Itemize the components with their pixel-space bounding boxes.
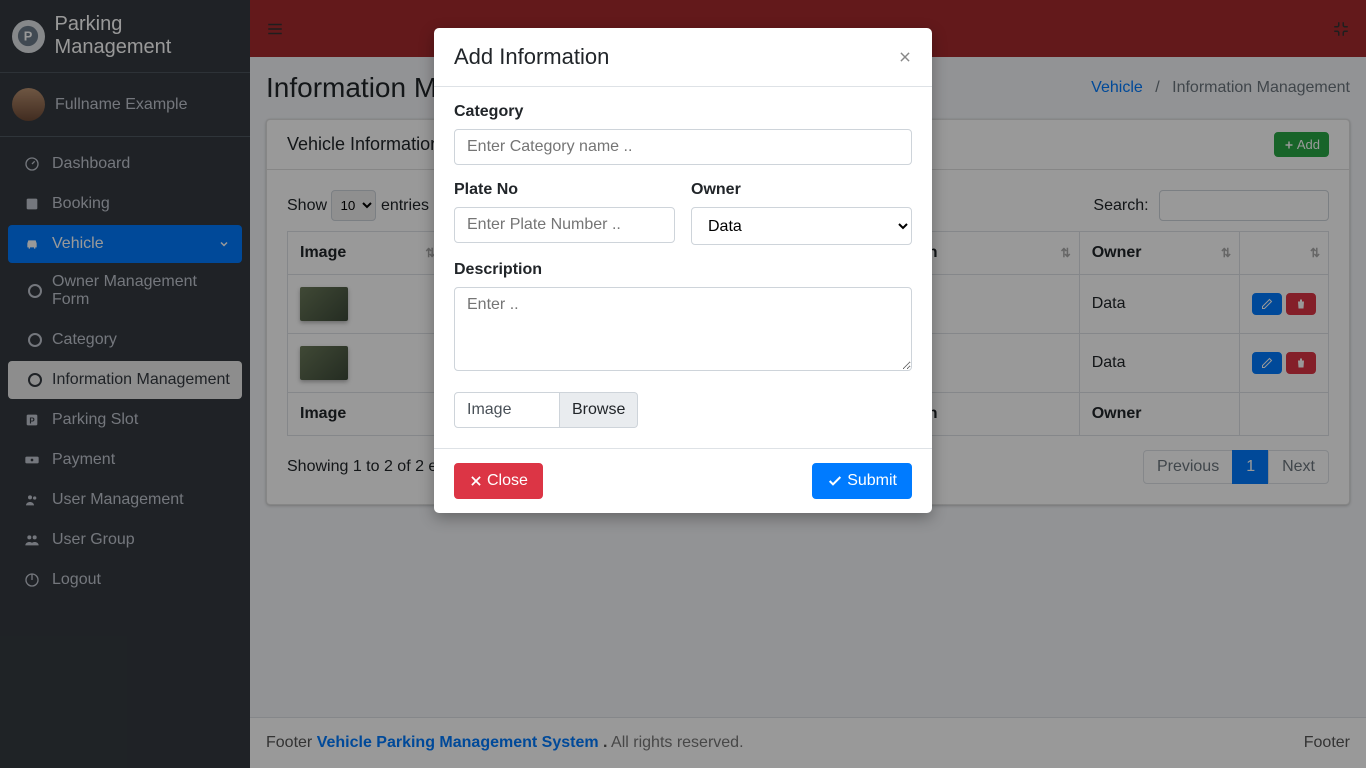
file-name: Image xyxy=(454,392,560,428)
owner-label: Owner xyxy=(691,181,912,199)
modal-footer: Close Submit xyxy=(434,448,932,513)
close-label: Close xyxy=(487,472,528,490)
modal-title: Add Information xyxy=(454,44,609,70)
submit-button[interactable]: Submit xyxy=(812,463,912,499)
check-icon xyxy=(827,473,843,489)
close-icon xyxy=(898,50,912,64)
plate-input[interactable] xyxy=(454,207,675,243)
description-label: Description xyxy=(454,261,912,279)
form-group-plate: Plate No xyxy=(454,181,675,245)
form-group-description: Description xyxy=(454,261,912,376)
file-input[interactable]: Image Browse xyxy=(454,392,912,428)
submit-label: Submit xyxy=(847,472,897,490)
modal-header: Add Information xyxy=(434,28,932,87)
category-label: Category xyxy=(454,103,912,121)
browse-button[interactable]: Browse xyxy=(560,392,638,428)
form-group-file: Image Browse xyxy=(454,392,912,428)
form-group-owner: Owner Data xyxy=(691,181,912,245)
description-input[interactable] xyxy=(454,287,912,371)
modal-body: Category Plate No Owner Data Description… xyxy=(434,87,932,448)
form-group-category: Category xyxy=(454,103,912,165)
owner-select[interactable]: Data xyxy=(691,207,912,245)
add-information-modal: Add Information Category Plate No Owner … xyxy=(434,28,932,513)
category-input[interactable] xyxy=(454,129,912,165)
close-button[interactable]: Close xyxy=(454,463,543,499)
times-icon xyxy=(469,474,483,488)
plate-label: Plate No xyxy=(454,181,675,199)
modal-close[interactable] xyxy=(898,50,912,64)
